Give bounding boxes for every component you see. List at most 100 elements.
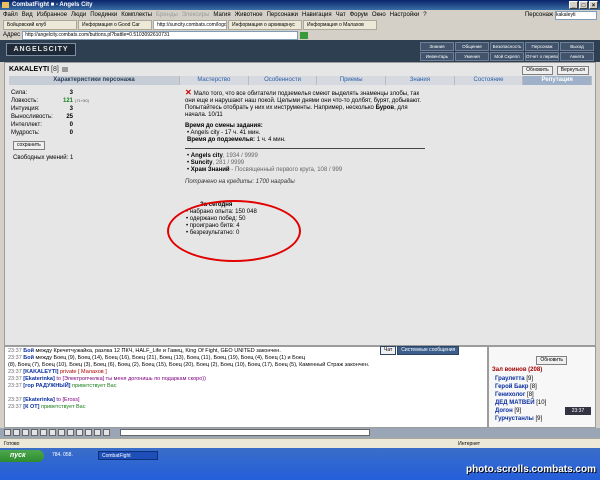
browser-tab[interactable]: Информация о Good Car <box>78 20 152 30</box>
info-icon[interactable] <box>61 66 68 72</box>
browser-tab-active[interactable]: http://suncity.combats.com/logo.pl?lo <box>153 20 227 30</box>
timer-item: • Angels city - 17 ч. 41 мин. <box>187 130 261 136</box>
stat-name: Мудрость: <box>11 130 40 136</box>
chat-input[interactable] <box>120 429 370 436</box>
tool-icon[interactable] <box>31 429 38 436</box>
nav-item[interactable]: Персонаж <box>525 42 559 51</box>
taskbar-item[interactable]: CombatFight <box>98 451 158 460</box>
chat-nick[interactable]: [Ekaterinka] <box>23 397 55 403</box>
nav-item[interactable]: Безопасность <box>490 42 524 51</box>
close-icon[interactable]: × <box>589 1 598 9</box>
chat-time: 23:37 <box>8 355 22 361</box>
tab-knowledge[interactable]: Знания <box>386 76 455 85</box>
menu-favorites[interactable]: Избранное <box>37 10 67 20</box>
menu-help[interactable]: ? <box>423 10 426 20</box>
refresh-button[interactable]: Обновить <box>522 66 553 75</box>
stat-row: Интуиция: 3 <box>11 105 101 113</box>
user-name[interactable]: Гурчустанлы <box>495 416 534 422</box>
start-button[interactable]: пуск <box>0 450 44 462</box>
menu-view[interactable]: Вид <box>22 10 33 20</box>
reputation-value: - Посвященный первого круга, 108 / 999 <box>229 167 343 173</box>
address-input[interactable] <box>22 30 299 40</box>
user-level: [8] <box>527 392 534 398</box>
tool-icon[interactable] <box>49 429 56 436</box>
user-name[interactable]: Граулетта <box>495 376 525 382</box>
watermark: photo.scrolls.combats.com <box>465 464 596 475</box>
menu-animal[interactable]: Животное <box>235 10 263 20</box>
room-refresh-button[interactable]: Обновить <box>536 356 567 365</box>
menu-settings[interactable]: Настройки <box>390 10 419 20</box>
chat-nick[interactable]: [К ОТ] <box>23 404 39 410</box>
menu-file[interactable]: Файл <box>3 10 18 20</box>
user-name[interactable]: Догон <box>495 408 513 414</box>
menu-magic[interactable]: Магия <box>213 10 230 20</box>
nav-item[interactable]: Выход <box>560 42 594 51</box>
go-icon[interactable] <box>300 31 309 39</box>
tool-icon[interactable] <box>85 429 92 436</box>
tab-reputation[interactable]: Репутация <box>523 76 593 85</box>
list-item[interactable]: ДЕД МАТВЕЙ [10] <box>495 399 546 407</box>
chat-nick[interactable]: Бой <box>23 348 34 354</box>
tab-mastery[interactable]: Мастерство <box>180 76 249 85</box>
stat-name: Ловкость: <box>11 98 39 104</box>
user-name[interactable]: ДЕД МАТВЕЙ <box>495 400 535 406</box>
tool-icon[interactable] <box>40 429 47 436</box>
chat-nick[interactable]: [гор РАДУЖНЫЙ] <box>23 383 70 389</box>
chat-time: 23:37 <box>8 397 22 403</box>
tab-characteristics[interactable]: Характеристики персонажа <box>9 76 180 85</box>
chat-log[interactable]: 23:37 Бой между Кречетчужайка, разлка 12… <box>4 346 488 428</box>
user-name[interactable]: Генихолог <box>495 392 525 398</box>
menu-characters[interactable]: Персонажи <box>267 10 298 20</box>
tool-icon[interactable] <box>76 429 83 436</box>
tab-techniques[interactable]: Приемы <box>317 76 387 85</box>
nav-item[interactable]: Общение <box>455 42 489 51</box>
spent-value: 1700 награды <box>255 179 295 185</box>
tab-chat[interactable]: Чат <box>380 346 397 355</box>
browser-tab[interactable]: Информация о Малахов <box>303 20 377 30</box>
menu-window[interactable]: Окно <box>372 10 386 20</box>
maximize-icon[interactable]: □ <box>579 1 588 9</box>
cross-icon[interactable]: ✕ <box>185 88 192 97</box>
quest-description: ✕ Мало того, что все обитатели подземелья… <box>185 89 425 119</box>
character-tabs: Характеристики персонажа Мастерство Особ… <box>9 76 593 85</box>
tool-icon[interactable] <box>4 429 11 436</box>
list-item[interactable]: Гурчустанлы [9] <box>495 415 546 423</box>
menu-chat[interactable]: Чат <box>336 10 346 20</box>
list-item[interactable]: Герой Бакр [8] <box>495 383 546 391</box>
chat-line: 23:37 [KAKALEYTI] private [ Малахов ] <box>8 369 484 376</box>
tool-icon[interactable] <box>13 429 20 436</box>
tool-icon[interactable] <box>94 429 101 436</box>
back-button[interactable]: Вернуться <box>556 66 589 75</box>
save-button[interactable]: сохранить <box>13 141 45 150</box>
tab-features[interactable]: Особенности <box>248 76 318 85</box>
menu-kits[interactable]: Комплекты <box>121 10 152 20</box>
stat-row: Сила: 3 <box>11 89 101 97</box>
menu-people[interactable]: Люди <box>71 10 86 20</box>
nav-item[interactable]: Знания <box>420 42 454 51</box>
nav-item[interactable]: Анкета <box>560 52 594 61</box>
nav-item[interactable]: Умения <box>455 52 489 61</box>
tab-state[interactable]: Состояние <box>454 76 524 85</box>
list-item[interactable]: Генихолог [8] <box>495 391 546 399</box>
list-item[interactable]: Граулетта [9] <box>495 375 546 383</box>
nav-item[interactable]: Отчет о переводе <box>525 52 559 61</box>
minimize-icon[interactable]: _ <box>569 1 578 9</box>
tool-icon[interactable] <box>22 429 29 436</box>
menu-battles[interactable]: Поединки <box>90 10 117 20</box>
chat-nick[interactable]: Бой <box>23 355 34 361</box>
tab-system-messages[interactable]: Системные сообщения <box>397 346 460 355</box>
nav-item[interactable]: Инвентарь <box>420 52 454 61</box>
tool-icon[interactable] <box>67 429 74 436</box>
list-item[interactable]: Догон [9] <box>495 407 546 415</box>
tool-icon[interactable] <box>58 429 65 436</box>
browser-tab[interactable]: Бойцовский клуб <box>3 20 77 30</box>
browser-tab[interactable]: Информация о архиварнус <box>228 20 302 30</box>
nav-item[interactable]: Мой Скрепл <box>490 52 524 61</box>
menu-forum[interactable]: Форум <box>350 10 368 20</box>
tool-icon[interactable] <box>103 429 110 436</box>
menu-navigation[interactable]: Навигация <box>302 10 332 20</box>
user-name[interactable]: Герой Бакр <box>495 384 528 390</box>
chat-nick[interactable]: [Ekaterinka] <box>23 376 55 382</box>
persona-input[interactable] <box>555 10 597 20</box>
chat-nick[interactable]: [KAKALEYTI] <box>23 369 58 375</box>
